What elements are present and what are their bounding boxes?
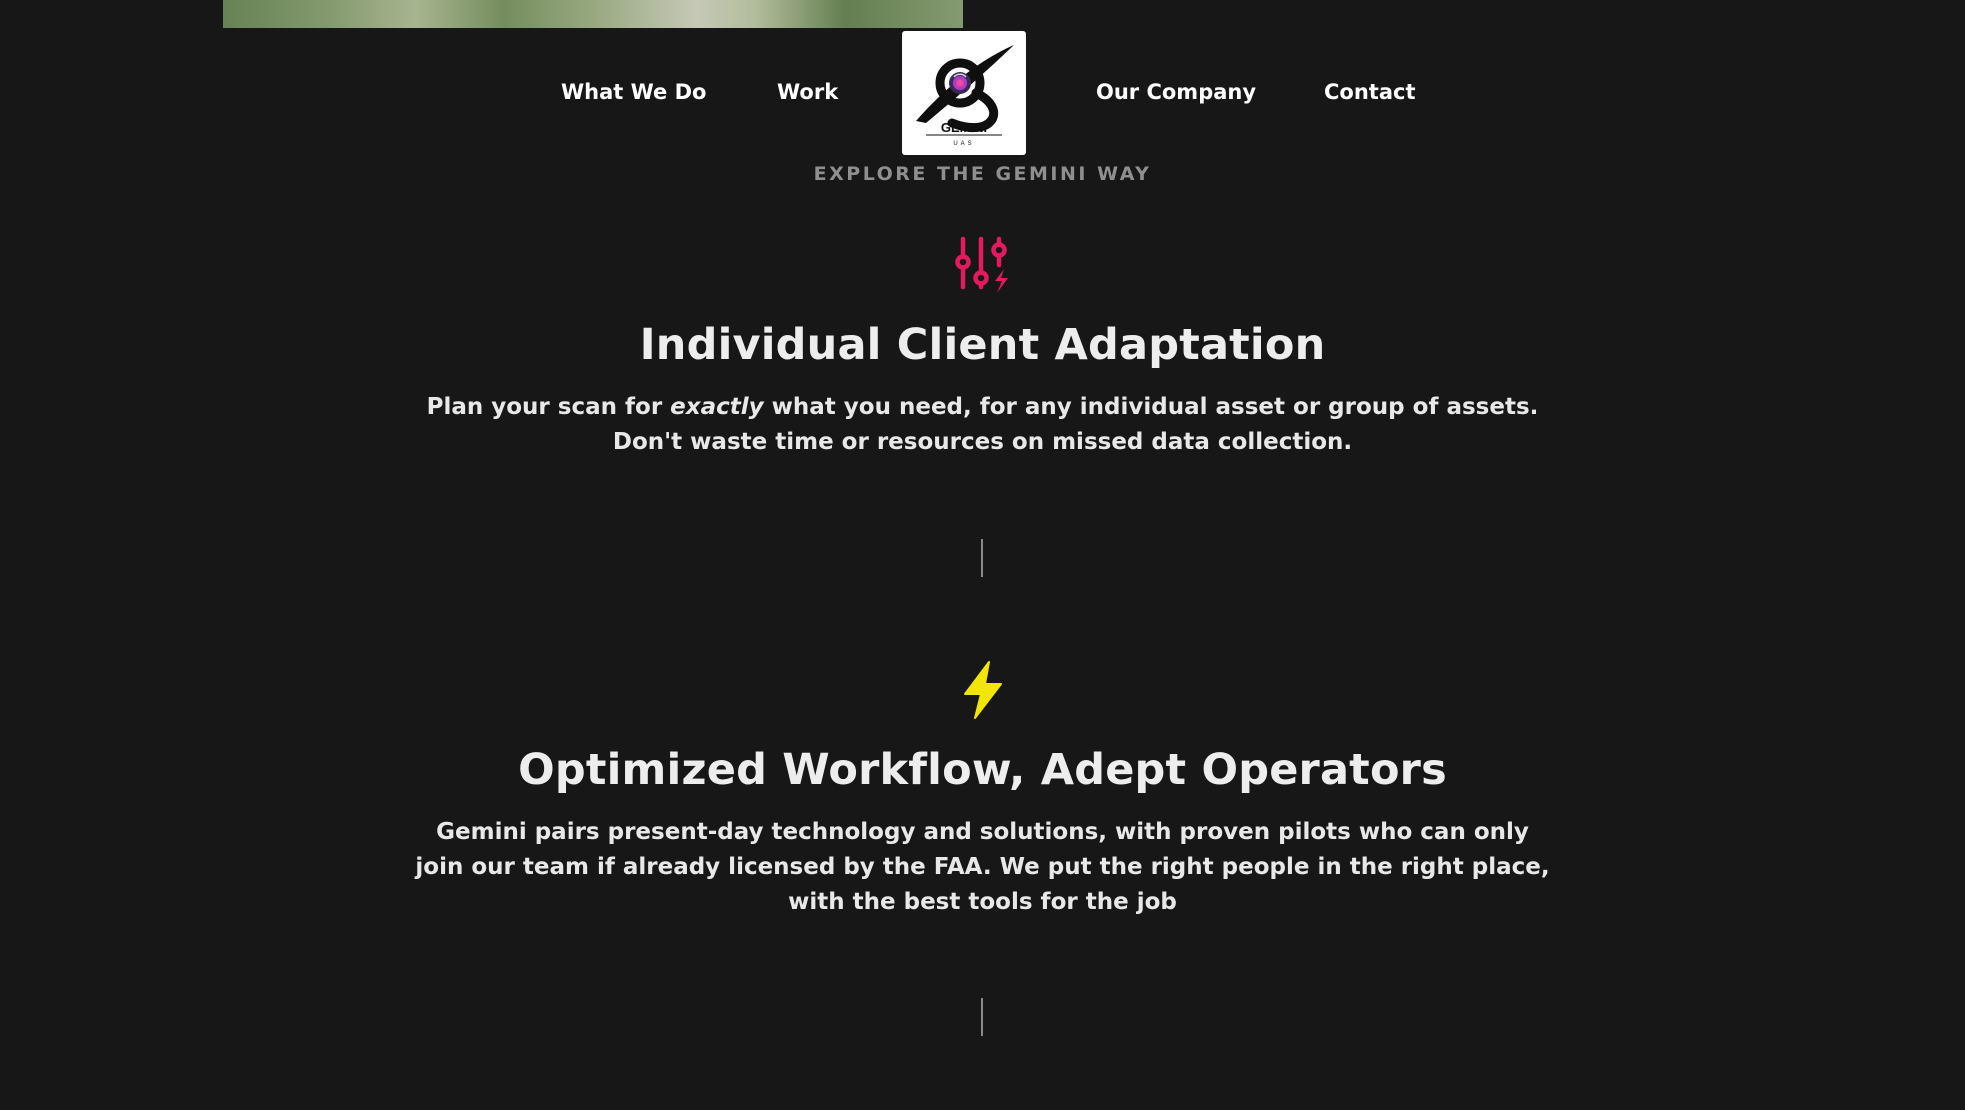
- section-divider: [981, 539, 983, 577]
- section-divider: [981, 998, 983, 1036]
- feature-1-text-before: Plan your scan for: [426, 394, 671, 420]
- nav-item-what-we-do[interactable]: What We Do: [561, 80, 706, 104]
- svg-text:GEMINI: GEMINI: [941, 120, 987, 135]
- lightning-bolt-icon: [963, 661, 1002, 719]
- feature-1-description: Plan your scan for exactly what you need…: [415, 390, 1550, 460]
- feature-1-icon-wrap: [0, 235, 1965, 301]
- nav-item-contact[interactable]: Contact: [1324, 80, 1416, 104]
- feature-2-title: Optimized Workflow, Adept Operators: [518, 745, 1447, 795]
- gemini-logo[interactable]: GEMINI UAS: [902, 31, 1026, 155]
- svg-text:UAS: UAS: [953, 141, 974, 147]
- feature-2-description: Gemini pairs present-day technology and …: [415, 819, 1550, 915]
- feature-2-icon-wrap: [0, 660, 1965, 724]
- gemini-logo-icon: GEMINI UAS: [916, 45, 1014, 147]
- page: What We Do Work GEMINI UAS Our Company C…: [0, 0, 1965, 1110]
- nav-item-our-company[interactable]: Our Company: [1096, 80, 1256, 104]
- feature-1-text-emphasis: exactly: [670, 394, 764, 420]
- nav-item-work[interactable]: Work: [777, 80, 838, 104]
- sliders-bolt-icon: [954, 236, 1008, 293]
- feature-1-title: Individual Client Adaptation: [639, 320, 1326, 370]
- main-navigation: What We Do Work GEMINI UAS Our Company C…: [0, 0, 1965, 180]
- section-eyebrow: EXPLORE THE GEMINI WAY: [813, 163, 1152, 185]
